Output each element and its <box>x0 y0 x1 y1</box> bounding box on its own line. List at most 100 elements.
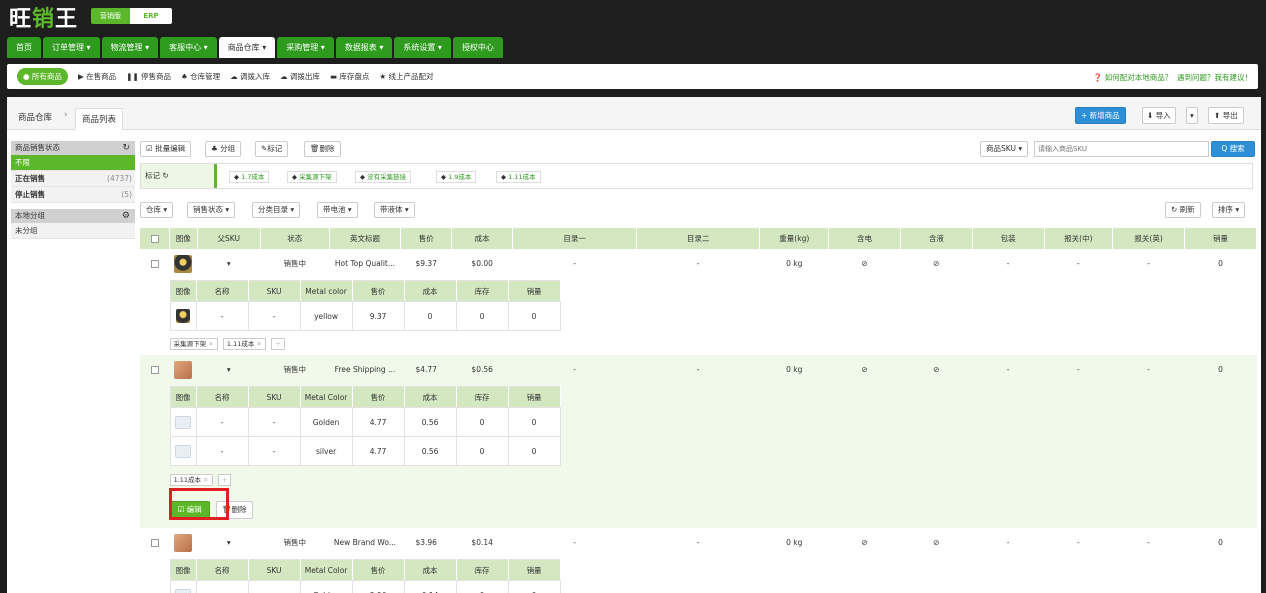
remove-icon[interactable]: ✕ <box>256 340 261 348</box>
col-header[interactable]: 父SKU <box>197 228 261 249</box>
edition-badge[interactable]: 营销版 <box>91 8 130 24</box>
export-button[interactable]: ⬆ 导出 <box>1208 107 1244 124</box>
col-header[interactable]: 包装 <box>972 228 1045 249</box>
help-link[interactable]: 如何配对本地商品？ <box>1105 73 1173 82</box>
delete-button[interactable]: 🗑删除 <box>304 141 341 157</box>
liquid-cell: ⊘ <box>933 538 940 547</box>
subnav-transfer-out[interactable]: ☁ 调拨出库 <box>280 71 320 82</box>
variant-image[interactable] <box>169 301 197 331</box>
col-header[interactable]: 成本 <box>451 228 514 249</box>
app-logo[interactable]: 旺销王 <box>9 1 78 33</box>
breadcrumb-root[interactable]: 商品仓库 <box>18 111 52 123</box>
subnav-all[interactable]: ● 所有商品 <box>17 68 68 85</box>
nav-reports[interactable]: 数据报表 ▾ <box>335 37 393 58</box>
col-header[interactable]: 含液 <box>900 228 973 249</box>
add-product-button[interactable]: + 新增商品 <box>1075 107 1126 124</box>
batch-edit-button[interactable]: ☑ 批量编辑 <box>140 141 192 157</box>
variant-image[interactable] <box>169 580 197 593</box>
row-checkbox[interactable] <box>140 355 170 384</box>
subnav-stocktake[interactable]: ▬ 库存盘点 <box>330 71 369 82</box>
tag-item[interactable]: ◆ 1.7成本 <box>229 171 270 183</box>
col-header[interactable]: 状态 <box>260 228 330 249</box>
gear-icon[interactable]: ⚙ <box>122 209 130 223</box>
subnav-warehouse[interactable]: ♠ 仓库管理 <box>181 71 220 82</box>
sidebar-item-ungrouped[interactable]: 未分组 <box>11 223 135 239</box>
sidebar-item-stopped[interactable]: 停止销售 (5) <box>11 187 135 203</box>
feedback-link[interactable]: 遇到问题？我有建议！ <box>1177 73 1252 82</box>
nav-home[interactable]: 首页 <box>7 37 41 58</box>
pack-cell: - <box>1006 259 1010 268</box>
nav-service[interactable]: 客服中心 ▾ <box>160 37 217 58</box>
product-image[interactable] <box>169 355 198 384</box>
warehouse-filter[interactable]: 仓库 ▾ <box>140 202 174 218</box>
remove-icon[interactable]: ✕ <box>203 476 208 484</box>
subnav-pairing[interactable]: ★ 线上产品配对 <box>379 71 433 82</box>
subnav-transfer-in[interactable]: ☁ 调拨入库 <box>230 71 270 82</box>
tag-item[interactable]: ◆ 采集源下架 <box>287 171 337 183</box>
group-button[interactable]: ♣ 分组 <box>205 141 242 157</box>
tag-item[interactable]: ◆ 没有采集链接 <box>355 171 412 183</box>
col-header: 图像 <box>169 228 198 249</box>
refresh-button[interactable]: ↻ 刷新 <box>1165 202 1201 218</box>
row-checkbox[interactable] <box>140 249 170 278</box>
product-image[interactable] <box>170 249 197 278</box>
expand-toggle[interactable]: ▾ <box>197 528 260 557</box>
col-header[interactable]: 目录一 <box>512 228 637 249</box>
category-filter[interactable]: 分类目录 ▾ <box>252 202 301 218</box>
sku-field-select[interactable]: 商品SKU ▾ <box>980 141 1029 157</box>
tag-chip[interactable]: 1.11成本 ✕ <box>222 338 266 350</box>
battery-cell: ⊘ <box>861 259 868 268</box>
product-title[interactable]: Free Shipping ... <box>329 355 401 384</box>
refresh-icon[interactable]: ↻ <box>122 141 130 155</box>
sidebar-item-all[interactable]: 不限 <box>11 155 135 171</box>
nav-settings[interactable]: 系统设置 ▾ <box>394 37 451 58</box>
expand-toggle[interactable]: ▾ <box>197 355 261 384</box>
sidebar-item-on-sale[interactable]: 正在销售 (4737) <box>11 171 135 187</box>
mark-button[interactable]: ✎标记 <box>255 141 289 157</box>
erp-badge[interactable]: ERP <box>130 8 172 24</box>
col-header[interactable]: 报关(中) <box>1044 228 1114 249</box>
sku-search-input[interactable] <box>1034 141 1209 157</box>
row-checkbox[interactable] <box>140 528 170 557</box>
col-header[interactable]: 报关(英) <box>1112 228 1186 249</box>
tag-chip[interactable]: 采集源下架 ✕ <box>169 338 218 350</box>
variant-table: 图像 名称 SKU Metal Color 售价 成本 库存 销量 - - Golden 4.77 0… <box>169 386 561 466</box>
product-title[interactable]: Hot Top Qualit... <box>329 249 401 278</box>
import-dropdown[interactable]: ▾ <box>1186 107 1198 124</box>
import-button[interactable]: ⬇ 导入 <box>1142 107 1176 124</box>
variant-image[interactable] <box>169 436 197 466</box>
nav-purchase[interactable]: 采购管理 ▾ <box>277 37 334 58</box>
search-button[interactable]: Q 搜索 <box>1211 141 1255 157</box>
add-tag-button[interactable]: + <box>271 338 285 350</box>
subnav-stopped[interactable]: ❚❚ 停售商品 <box>126 71 171 82</box>
refresh-icon[interactable]: ↻ <box>162 171 168 180</box>
nav-warehouse[interactable]: 商品仓库 ▾ <box>218 37 276 58</box>
sub-col-header: 名称 <box>195 280 249 302</box>
col-header[interactable]: 英文标题 <box>329 228 402 249</box>
tag-item[interactable]: ◆ 1.11成本 <box>496 171 541 183</box>
variant-image[interactable] <box>169 407 197 437</box>
tag-chip[interactable]: 1.11成本 ✕ <box>169 474 213 486</box>
sub-col-header: 名称 <box>195 559 249 581</box>
col-header[interactable]: 目录二 <box>636 228 761 249</box>
select-all-checkbox[interactable] <box>140 228 171 249</box>
add-tag-button[interactable]: + <box>217 474 232 486</box>
liquid-filter[interactable]: 带液体 ▾ <box>374 202 415 218</box>
remove-icon[interactable]: ✕ <box>208 340 213 348</box>
col-header[interactable]: 含电 <box>828 228 901 249</box>
col-header[interactable]: 售价 <box>400 228 453 249</box>
nav-auth[interactable]: 授权中心 <box>452 37 503 58</box>
subnav-on-sale[interactable]: ▶ 在售商品 <box>78 71 116 82</box>
nav-logistics[interactable]: 物流管理 ▾ <box>101 37 159 58</box>
sales-status-filter[interactable]: 销售状态 ▾ <box>187 202 236 218</box>
col-header[interactable]: 重量(kg) <box>759 228 830 249</box>
tag-item[interactable]: ◆ 1.9成本 <box>436 171 477 183</box>
battery-filter[interactable]: 带电池 ▾ <box>317 202 358 218</box>
breadcrumb-current[interactable]: 商品列表 <box>75 108 124 130</box>
col-header[interactable]: 销量 <box>1184 228 1257 249</box>
product-title[interactable]: New Brand Wo... <box>329 528 401 557</box>
sort-button[interactable]: 排序 ▾ <box>1212 202 1246 218</box>
product-image[interactable] <box>170 528 197 557</box>
expand-toggle[interactable]: ▾ <box>197 249 260 278</box>
nav-orders[interactable]: 订单管理 ▾ <box>43 37 100 58</box>
